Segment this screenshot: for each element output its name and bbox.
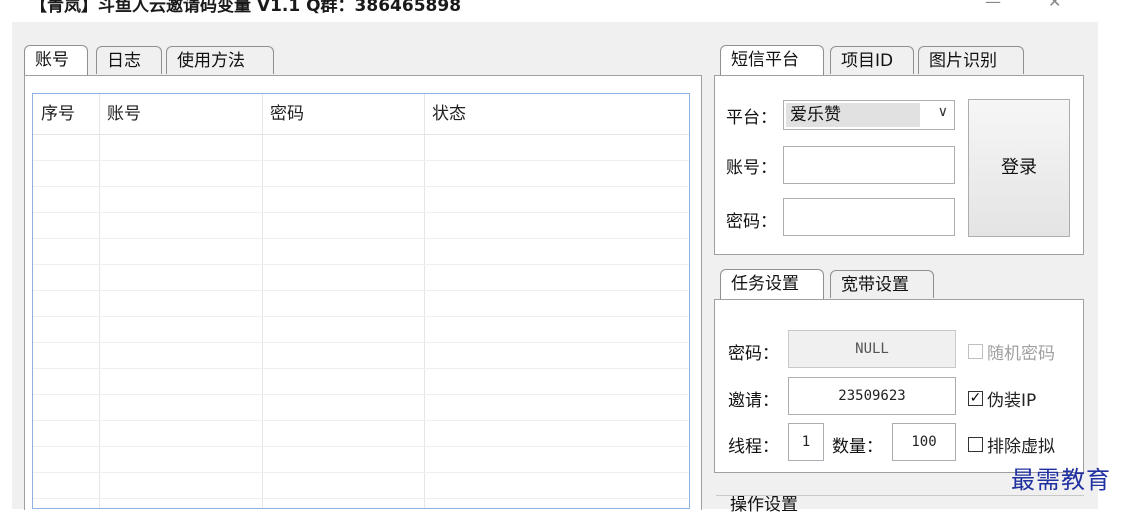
checkbox-box [968, 437, 983, 452]
platform-selected-value: 爱乐赞 [786, 103, 920, 127]
row-divider [33, 498, 689, 499]
operations-group-border [716, 495, 1084, 496]
column-header-password[interactable]: 密码 [262, 94, 424, 134]
count-label: 数量： [832, 437, 883, 457]
checkbox-box [968, 344, 983, 359]
count-input[interactable]: 100 [892, 423, 956, 461]
row-divider [33, 212, 689, 213]
column-header-status[interactable]: 状态 [424, 94, 684, 134]
threads-input[interactable]: 1 [788, 423, 824, 461]
tab-accounts[interactable]: 账号 [24, 45, 88, 75]
row-divider [33, 238, 689, 239]
platform-label: 平台： [726, 108, 777, 128]
row-divider [33, 394, 689, 395]
close-button[interactable]: ✕ [1048, 0, 1061, 11]
sms-account-input[interactable] [783, 146, 955, 184]
window-title: 【青岚】斗鱼人云邀请码变量 V1.1 Q群：386465898 [30, 0, 462, 16]
random-password-label: 随机密码 [987, 344, 1055, 364]
row-divider [33, 446, 689, 447]
tab-usage[interactable]: 使用方法 [166, 46, 274, 74]
row-divider [33, 342, 689, 343]
threads-label: 线程： [728, 437, 779, 457]
row-divider [33, 420, 689, 421]
row-divider [33, 368, 689, 369]
row-divider [33, 264, 689, 265]
tab-project-id[interactable]: 项目ID [830, 46, 914, 74]
minimize-button[interactable]: — [985, 0, 1001, 11]
tab-sms-platform[interactable]: 短信平台 [720, 45, 824, 75]
left-tabstrip: 账号 日志 使用方法 [24, 45, 324, 76]
invite-code-input[interactable]: 23509623 [788, 377, 956, 415]
task-password-label: 密码： [728, 344, 779, 364]
invite-label: 邀请： [728, 391, 779, 411]
sms-account-label: 账号： [726, 158, 777, 178]
fake-ip-label: 伪装IP [987, 391, 1037, 411]
column-header-account[interactable]: 账号 [99, 94, 262, 134]
platform-select[interactable]: 爱乐赞 ∨ [783, 100, 955, 130]
row-divider [33, 160, 689, 161]
sms-password-label: 密码： [726, 212, 777, 232]
chevron-down-icon: ∨ [937, 104, 948, 120]
task-password-input[interactable]: NULL [788, 330, 956, 368]
watermark: 最需教育 [1011, 466, 1111, 494]
tab-broadband-settings[interactable]: 宽带设置 [830, 270, 934, 298]
random-password-checkbox[interactable]: 随机密码 [968, 339, 1055, 364]
checkmark-icon: ✓ [968, 390, 983, 406]
sms-password-input[interactable] [783, 198, 955, 236]
accounts-table[interactable]: 序号 账号 密码 状态 [32, 93, 690, 509]
login-button[interactable]: 登录 [968, 99, 1070, 237]
exclude-virtual-label: 排除虚拟 [987, 437, 1055, 457]
row-divider [33, 290, 689, 291]
row-divider [33, 316, 689, 317]
table-header: 序号 账号 密码 状态 [33, 94, 689, 135]
exclude-virtual-checkbox[interactable]: 排除虚拟 [968, 432, 1055, 457]
task-tabstrip: 任务设置 宽带设置 [720, 269, 960, 300]
tab-task-settings[interactable]: 任务设置 [720, 269, 824, 299]
row-divider [33, 472, 689, 473]
sms-tabstrip: 短信平台 项目ID 图片识别 [720, 45, 1040, 76]
operations-group-label: 操作设置 [730, 495, 798, 515]
tab-image-recognition[interactable]: 图片识别 [918, 46, 1024, 74]
tab-log[interactable]: 日志 [96, 46, 162, 74]
title-bar: 【青岚】斗鱼人云邀请码变量 V1.1 Q群：386465898 — ✕ [0, 0, 1121, 22]
fake-ip-checkbox[interactable]: ✓ 伪装IP [968, 386, 1036, 411]
column-header-index[interactable]: 序号 [33, 94, 99, 134]
row-divider [33, 186, 689, 187]
